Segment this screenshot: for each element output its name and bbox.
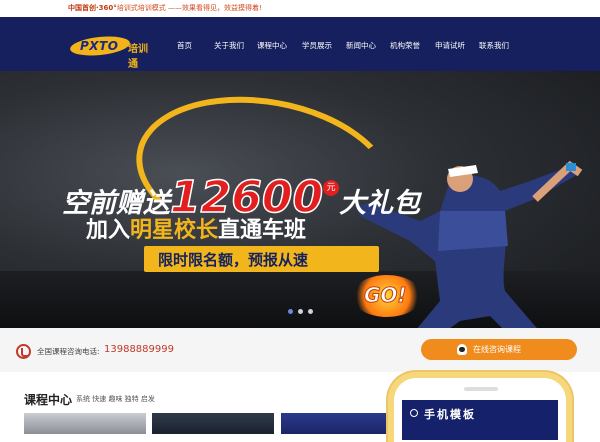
course-card[interactable] bbox=[152, 413, 274, 434]
phone-screen-title: 手机模板 bbox=[424, 408, 476, 421]
headline-unit: 元 bbox=[323, 180, 340, 196]
logo[interactable]: PXTO 培训通 bbox=[69, 33, 155, 70]
logo-name: 培训通 bbox=[128, 44, 148, 70]
offer-badge: 限时限名额，预报从速 bbox=[144, 246, 379, 272]
search-icon bbox=[410, 409, 418, 417]
nav-item-home[interactable]: 首页 bbox=[177, 40, 214, 51]
main-menu: 首页 关于我们 课程中心 学员展示 新闻中心 机构荣誉 申请试听 联系我们 bbox=[177, 40, 523, 51]
slider-dot-1[interactable] bbox=[288, 309, 293, 314]
qq-icon bbox=[457, 344, 467, 355]
section-tags: 系统 快速 趣味 独特 启发 bbox=[76, 395, 155, 403]
slogan: 中国首创·360°培训式培训模式 ——效果看得见，效益摸得着! bbox=[68, 4, 262, 12]
course-card[interactable] bbox=[281, 413, 389, 434]
banner-headline-join: 加入明星校长直通车班 bbox=[86, 218, 307, 243]
logo-brand: PXTO bbox=[80, 39, 119, 53]
hotline-label: 全国课程咨询电话: bbox=[37, 347, 100, 356]
headline-suffix: 大礼包 bbox=[339, 188, 421, 219]
nav-item-news[interactable]: 新闻中心 bbox=[346, 40, 390, 51]
go-flame-icon: GO! bbox=[352, 275, 422, 317]
nav-item-contact[interactable]: 联系我们 bbox=[479, 40, 523, 51]
phone-icon bbox=[16, 344, 31, 359]
phone-speaker bbox=[464, 387, 498, 391]
course-card[interactable] bbox=[24, 413, 146, 434]
nav-item-students[interactable]: 学员展示 bbox=[302, 40, 346, 51]
slider-dot-3[interactable] bbox=[308, 309, 313, 314]
hotline-number: 13988889999 bbox=[104, 344, 174, 355]
mobile-template-preview[interactable]: 手机模板 bbox=[388, 372, 572, 442]
phone-screen: 手机模板 bbox=[402, 400, 558, 440]
consult-button[interactable]: 在线咨询课程 bbox=[421, 339, 577, 360]
slider-dots bbox=[288, 309, 313, 314]
top-bar: 中国首创·360°培训式培训模式 ——效果看得见，效益摸得着! bbox=[0, 0, 600, 17]
consult-button-label: 在线咨询课程 bbox=[473, 345, 521, 354]
nav-item-courses[interactable]: 课程中心 bbox=[257, 40, 302, 51]
slider-dot-2[interactable] bbox=[298, 309, 303, 314]
section-title: 课程中心 bbox=[24, 393, 73, 407]
nav-item-trial[interactable]: 申请试听 bbox=[435, 40, 479, 51]
banner-slider[interactable]: 空前赠送12600 元大礼包 加入明星校长直通车班 限时限名额，预报从速 GO! bbox=[0, 71, 600, 328]
header-nav: PXTO 培训通 首页 关于我们 课程中心 学员展示 新闻中心 机构荣誉 申请试… bbox=[0, 17, 600, 71]
nav-item-honors[interactable]: 机构荣誉 bbox=[390, 40, 435, 51]
nav-item-about[interactable]: 关于我们 bbox=[214, 40, 257, 51]
